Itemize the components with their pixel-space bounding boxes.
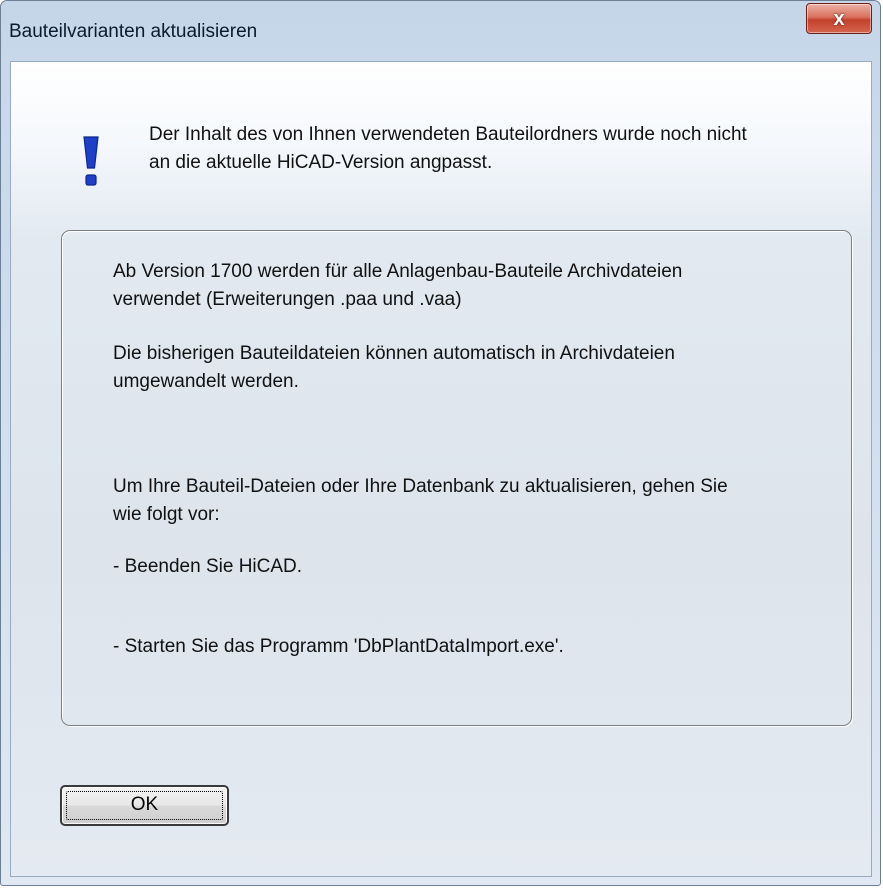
dialog-body: Der Inhalt des von Ihnen verwendeten Bau…	[10, 61, 872, 877]
details-line: umgewandelt werden.	[113, 371, 299, 392]
warning-message-line: Der Inhalt des von Ihnen verwendeten Bau…	[149, 124, 747, 145]
details-line: Ab Version 1700 werden für alle Anlagenb…	[113, 261, 683, 282]
details-line: verwendet (Erweiterungen .paa und .vaa)	[113, 289, 462, 310]
details-line: wie folgt vor:	[113, 504, 220, 525]
details-line: Um Ihre Bauteil-Dateien oder Ihre Datenb…	[113, 476, 728, 497]
window-title: Bauteilvarianten aktualisieren	[9, 21, 258, 42]
details-paragraph-convert: Die bisherigen Bauteildateien können aut…	[113, 340, 833, 396]
close-button[interactable]: x	[806, 3, 872, 34]
ok-button[interactable]: OK	[60, 785, 229, 826]
warning-message: Der Inhalt des von Ihnen verwendeten Bau…	[149, 121, 849, 177]
close-icon: x	[833, 7, 845, 30]
details-paragraph-instructions: Um Ihre Bauteil-Dateien oder Ihre Datenb…	[113, 473, 833, 529]
details-paragraph-archive: Ab Version 1700 werden für alle Anlagenb…	[113, 258, 833, 314]
details-line: Die bisherigen Bauteildateien können aut…	[113, 343, 675, 364]
ok-button-label: OK	[130, 794, 159, 815]
exclamation-icon	[83, 136, 99, 186]
dialog-window: Bauteilvarianten aktualisieren x Der Inh…	[0, 0, 881, 886]
warning-message-line: an die aktuelle HiCAD-Version angpasst.	[149, 152, 493, 173]
details-step-run-import: - Starten Sie das Programm 'DbPlantDataI…	[113, 636, 564, 657]
title-bar[interactable]: Bauteilvarianten aktualisieren x	[1, 1, 880, 61]
details-step-quit: - Beenden Sie HiCAD.	[113, 556, 303, 577]
